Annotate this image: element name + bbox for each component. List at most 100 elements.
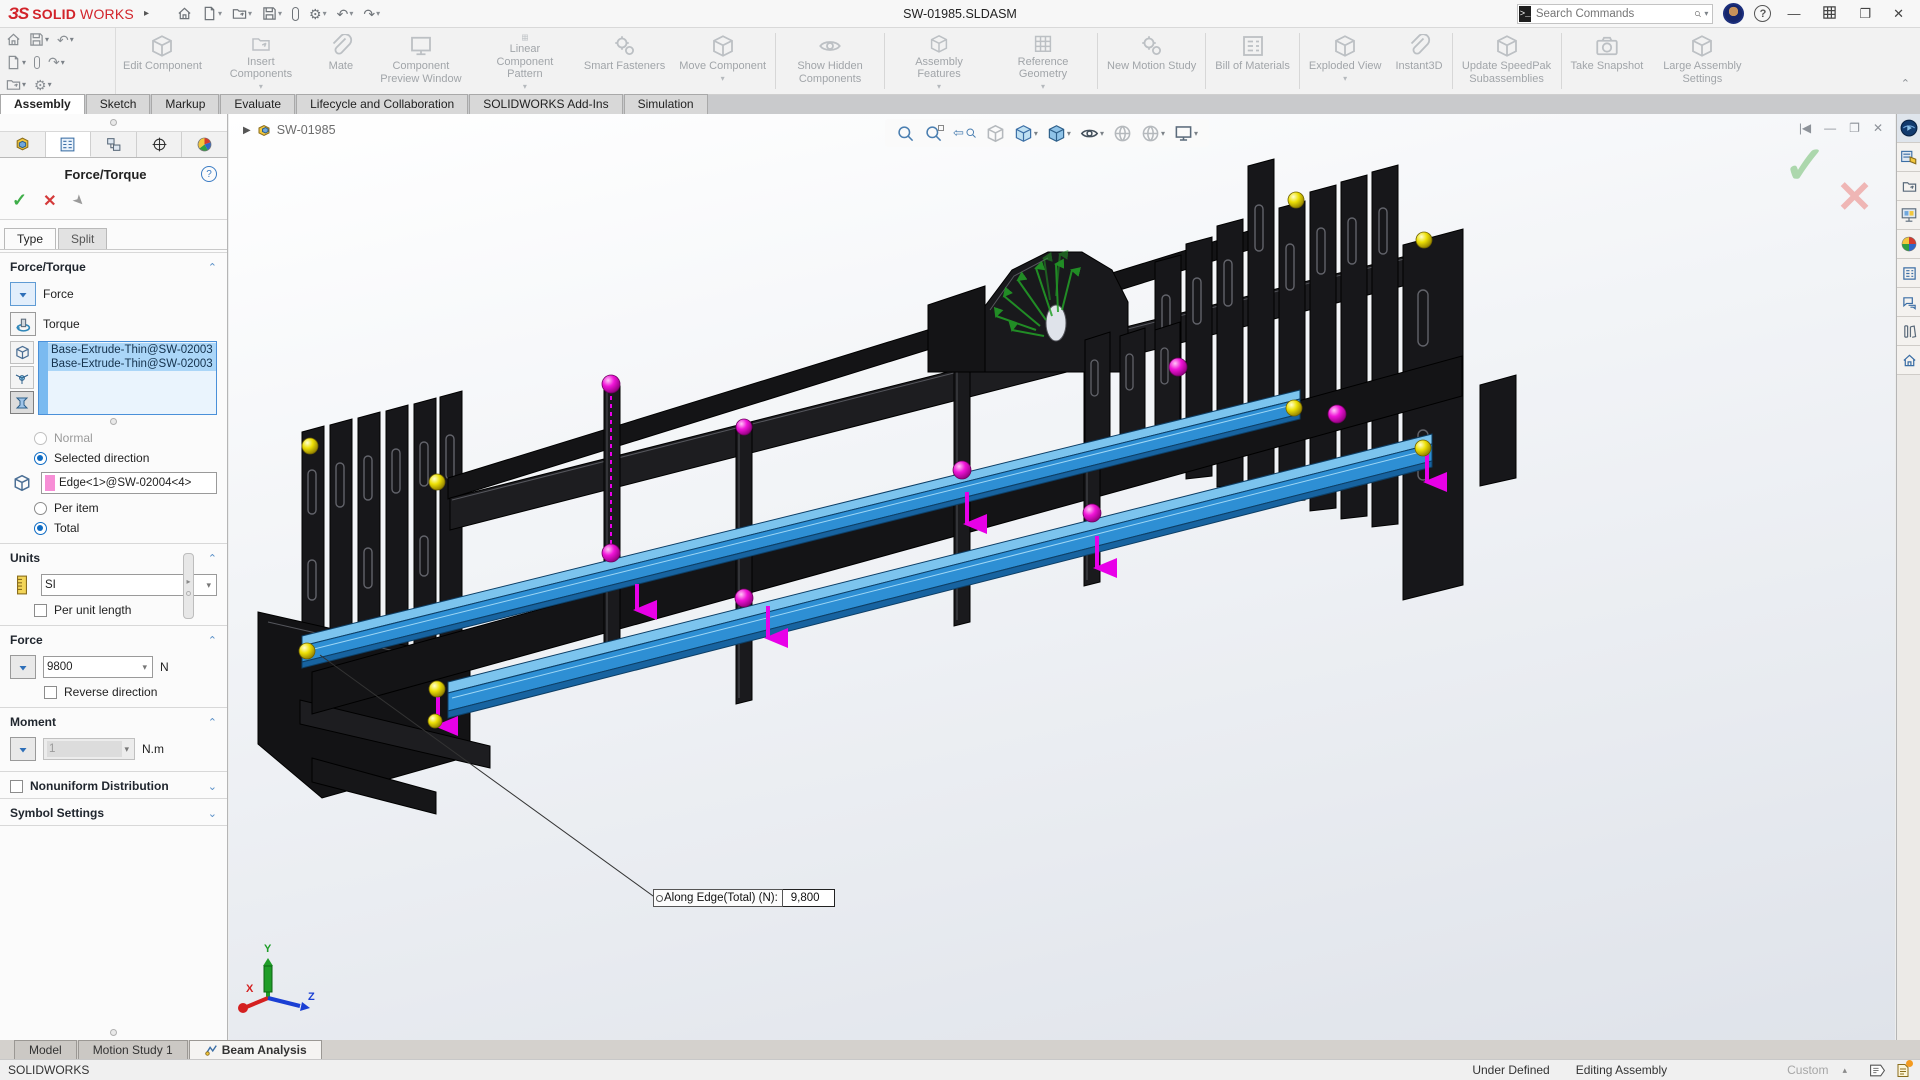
per-item-radio[interactable]	[34, 502, 47, 515]
force-value-combo[interactable]: 9800 ▾	[43, 656, 153, 678]
reference-geometry-button[interactable]: Reference Geometry▾	[991, 30, 1095, 92]
tab-beam-analysis[interactable]: Beam Analysis	[189, 1040, 322, 1059]
redo-button-small[interactable]: ↷▾	[48, 55, 65, 69]
normal-radio[interactable]	[34, 432, 47, 445]
open-button[interactable]: ▾	[228, 4, 256, 23]
search-input[interactable]	[1532, 8, 1694, 20]
torque-type-button[interactable]	[10, 312, 36, 336]
panel-flyout-splitter[interactable]: ▸	[183, 553, 194, 619]
save-button-small[interactable]: ▾	[29, 32, 49, 47]
capsule-icon[interactable]	[288, 5, 303, 23]
help-icon[interactable]: ?	[1754, 5, 1771, 22]
custom-toolbar-selector[interactable]: Custom ▴	[1787, 1063, 1869, 1077]
force-section-header[interactable]: Force ⌃	[0, 625, 227, 652]
mate-button[interactable]: Mate	[313, 30, 369, 92]
file-explorer-icon[interactable]	[1897, 172, 1920, 201]
redo-button[interactable]: ↷▾	[359, 5, 384, 23]
undo-button-small[interactable]: ↶▾	[57, 33, 74, 47]
section-view-icon[interactable]	[983, 122, 1008, 145]
symbol-settings-section-header[interactable]: Symbol Settings ⌄	[0, 798, 227, 826]
doc-collapse-icon[interactable]: |◀	[1799, 121, 1811, 135]
panel-top-splitter[interactable]	[0, 114, 227, 132]
panel-help-icon[interactable]: ?	[201, 166, 217, 182]
doc-minimize-icon[interactable]: —	[1824, 121, 1836, 135]
type-tab[interactable]: Type	[4, 228, 56, 249]
new-document-button[interactable]: ▾	[198, 4, 226, 23]
display-style-icon[interactable]: ▾	[1044, 122, 1074, 145]
component-preview-window-button[interactable]: Component Preview Window	[369, 30, 473, 92]
assembly-model[interactable]: X Y Z	[229, 114, 1895, 1040]
doc-restore-icon[interactable]: ❐	[1849, 121, 1860, 135]
insert-components-button[interactable]: Insert Components▾	[209, 30, 313, 92]
resources-home-icon[interactable]	[1897, 346, 1920, 375]
home-button[interactable]	[173, 4, 196, 23]
tab-assembly[interactable]: Assembly	[0, 94, 85, 114]
ok-button[interactable]: ✓	[12, 190, 27, 211]
search-icon[interactable]	[1694, 8, 1702, 20]
view-settings-icon[interactable]: ▾	[1171, 122, 1201, 145]
instant3d-button[interactable]: Instant3D	[1388, 30, 1449, 92]
options-button[interactable]: ⚙▾	[305, 5, 331, 23]
search-commands-box[interactable]: >_ ▾	[1517, 4, 1713, 24]
exploded-view-button[interactable]: Exploded View▾	[1302, 30, 1389, 92]
dimxpert-manager-tab[interactable]	[137, 132, 183, 157]
doc-close-icon[interactable]: ✕	[1873, 121, 1883, 135]
feature-manager-tab[interactable]	[0, 132, 46, 157]
confirmation-cancel-icon[interactable]: ✕	[1836, 176, 1873, 220]
take-snapshot-button[interactable]: Take Snapshot	[1564, 30, 1651, 92]
force-callout[interactable]: Along Edge(Total) (N): 9,800	[653, 889, 835, 907]
apply-scene-icon[interactable]: ▾	[1138, 122, 1168, 145]
bill-of-materials-button[interactable]: Bill of Materials	[1208, 30, 1297, 92]
search-caret-icon[interactable]: ▾	[1704, 9, 1708, 18]
cancel-button[interactable]: ✕	[43, 191, 56, 211]
tile-windows-button[interactable]	[1816, 5, 1843, 23]
new-motion-study-button[interactable]: New Motion Study	[1100, 30, 1203, 92]
tab-markup[interactable]: Markup	[151, 94, 219, 114]
graphics-viewport[interactable]: X Y Z ▶ SW-01985 ⇦ ▾ ▾ ▾ ▾ ▾ |◀ — ❐ ✕ ✓ …	[229, 114, 1895, 1040]
library-icon[interactable]	[1897, 317, 1920, 346]
close-button[interactable]: ✕	[1887, 6, 1910, 22]
new-document-button-small[interactable]: ▾	[6, 55, 26, 70]
tab-sketch[interactable]: Sketch	[86, 94, 151, 114]
tab-evaluate[interactable]: Evaluate	[220, 94, 295, 114]
logo-flyout-arrow[interactable]: ▸	[144, 8, 149, 19]
property-manager-tab[interactable]	[46, 132, 92, 157]
custom-properties-icon[interactable]	[1897, 259, 1920, 288]
edit-appearance-icon[interactable]	[1110, 122, 1135, 145]
move-component-button[interactable]: Move Component▾	[672, 30, 773, 92]
view-palette-icon[interactable]	[1897, 201, 1920, 230]
undo-button[interactable]: ↶▾	[333, 5, 358, 23]
selection-listbox[interactable]: Base-Extrude-Thin@SW-02003 Base-Extrude-…	[38, 341, 217, 415]
minimize-button[interactable]: —	[1781, 6, 1806, 21]
selection-scrollbar[interactable]	[39, 342, 48, 414]
smart-fasteners-button[interactable]: Smart Fasteners	[577, 30, 672, 92]
show-hidden-components-button[interactable]: Show Hidden Components	[778, 30, 882, 92]
nonuniform-section-header[interactable]: Nonuniform Distribution ⌄	[0, 771, 227, 798]
faces-selection-icon[interactable]	[10, 341, 34, 364]
home-button-small[interactable]	[6, 32, 21, 47]
nonuniform-checkbox[interactable]	[10, 780, 23, 793]
edit-component-button[interactable]: Edit Component	[116, 30, 209, 92]
confirmation-ok-icon[interactable]: ✓	[1783, 140, 1827, 192]
per-unit-length-checkbox[interactable]	[34, 604, 47, 617]
options-button-small[interactable]: ⚙▾	[34, 78, 52, 92]
tab-addins[interactable]: SOLIDWORKS Add-Ins	[469, 94, 622, 114]
moment-section-header[interactable]: Moment ⌃	[0, 707, 227, 734]
large-assembly-settings-button[interactable]: Large Assembly Settings	[1650, 30, 1754, 92]
tab-model[interactable]: Model	[14, 1040, 77, 1059]
callout-value[interactable]: 9,800	[783, 889, 835, 907]
update-speedpak-button[interactable]: Update SpeedPak Subassemblies	[1455, 30, 1559, 92]
listbox-resize-handle[interactable]	[0, 417, 227, 428]
restore-button[interactable]: ❐	[1853, 6, 1877, 22]
beam-selection-icon[interactable]	[10, 391, 34, 414]
user-avatar[interactable]	[1723, 3, 1744, 24]
display-manager-tab[interactable]	[182, 132, 227, 157]
force-type-button[interactable]	[10, 282, 36, 306]
selected-direction-radio[interactable]	[34, 452, 47, 465]
hide-show-items-icon[interactable]: ▾	[1077, 122, 1107, 145]
forum-icon[interactable]	[1897, 288, 1920, 317]
appearances-icon[interactable]	[1897, 230, 1920, 259]
design-library-icon[interactable]	[1897, 143, 1920, 172]
previous-view-icon[interactable]: ⇦	[950, 123, 980, 143]
total-radio[interactable]	[34, 522, 47, 535]
